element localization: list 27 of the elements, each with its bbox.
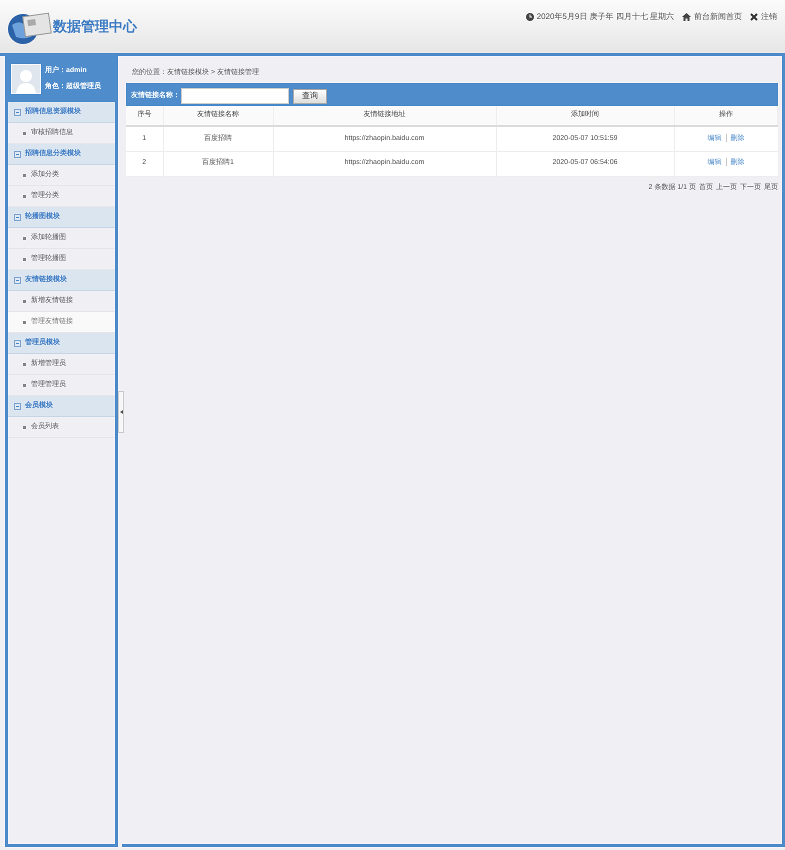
bullet-icon xyxy=(23,194,26,198)
logout-link[interactable]: 注销 xyxy=(761,10,777,22)
search-field[interactable] xyxy=(181,88,289,104)
bullet-icon xyxy=(23,300,26,302)
avatar-icon xyxy=(11,64,41,94)
minus-box-icon xyxy=(14,402,21,410)
bullet-icon xyxy=(23,320,26,324)
home-link[interactable]: 前台新闻首页 xyxy=(694,10,742,22)
minus-box-icon xyxy=(14,276,21,284)
bullet-icon xyxy=(23,426,26,428)
bullet-icon xyxy=(23,258,26,260)
minus-box-icon xyxy=(14,150,21,158)
home-icon xyxy=(682,12,691,20)
collapse-handle[interactable] xyxy=(118,390,124,432)
date-text: 2020年5月9日 庚子年 四月十七 星期六 xyxy=(536,10,674,22)
minus-box-icon xyxy=(14,340,21,346)
close-icon xyxy=(750,12,758,20)
search-button[interactable]: 查询 xyxy=(293,88,327,104)
bullet-icon xyxy=(23,174,26,176)
bullet-icon xyxy=(23,236,26,240)
bullet-icon xyxy=(23,384,26,386)
minus-box-icon xyxy=(14,214,21,220)
clock-icon xyxy=(526,12,534,20)
app-title: 数据管理中心 xyxy=(53,17,137,36)
bullet-icon xyxy=(23,132,26,134)
bullet-icon xyxy=(23,362,26,366)
minus-box-icon xyxy=(14,108,21,116)
